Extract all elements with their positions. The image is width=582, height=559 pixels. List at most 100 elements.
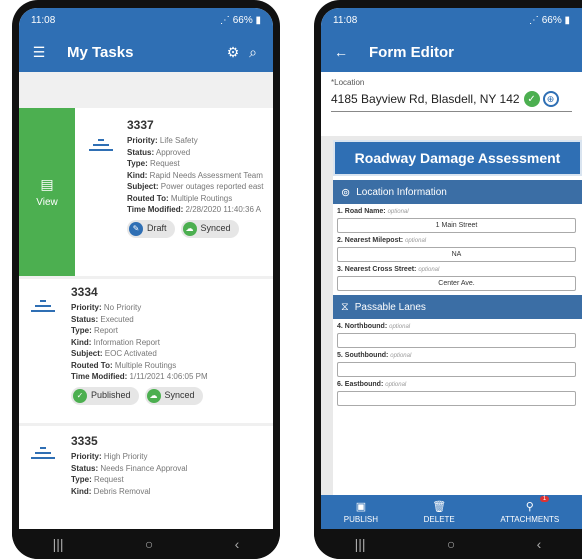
back-arrow-icon[interactable]: ← — [331, 44, 351, 60]
nearest-cross-street-input[interactable]: Center Ave. — [337, 276, 576, 291]
location-value: 4185 Bayview Rd, Blasdell, NY 142 — [331, 92, 520, 106]
type-value: Report — [93, 326, 118, 335]
status-bar: 11:08 ⋰ 66% ▮ — [321, 8, 582, 32]
back-icon[interactable]: ‹ — [235, 536, 240, 552]
routed-label: Routed To: — [127, 193, 169, 203]
task-type-icon — [89, 136, 113, 154]
subject-value: Power outages reported east — [160, 182, 264, 191]
home-icon[interactable]: ○ — [447, 536, 455, 552]
kind-value: Debris Removal — [93, 486, 151, 496]
road-icon: ⧖ — [341, 300, 349, 313]
task-list[interactable]: ▤ View 3337 Priority: Life Safety Status… — [19, 72, 273, 529]
section-title: Passable Lanes — [354, 301, 426, 313]
screen: 11:08 ⋰ 66% ▮ ← Form Editor *Location 41… — [321, 8, 582, 529]
form-area[interactable]: Roadway Damage Assessment ⊚ Location Inf… — [321, 136, 582, 495]
task-number: 3337 — [127, 118, 154, 132]
nearest-cross-street-field: 3. Nearest Cross Street: optional Center… — [333, 262, 582, 291]
view-label: View — [36, 197, 58, 208]
field-label: 1. Road Name: — [337, 208, 386, 215]
subject-label: Subject: — [71, 349, 103, 358]
task-type-icon — [31, 444, 55, 462]
task-details: 3334 Priority: No Priority Status: Execu… — [71, 285, 208, 405]
nearest-milepost-input[interactable]: NA — [337, 247, 576, 262]
road-name-input[interactable]: 1 Main Street — [337, 218, 576, 233]
field-label-row: 1. Road Name: optional — [337, 208, 576, 215]
battery-icon: ▮ — [561, 14, 570, 26]
app-bar: ☰ My Tasks ⚙ ⌕ — [19, 32, 273, 72]
recents-icon[interactable]: ||| — [53, 536, 64, 552]
trash-icon: 🗑 — [432, 501, 447, 513]
location-pin-icon: ⊚ — [341, 186, 351, 199]
priority-label: Priority: — [71, 303, 102, 312]
kind-label: Kind: — [71, 337, 92, 347]
subject-value: EOC Activated — [104, 349, 157, 358]
chip-label: Synced — [200, 222, 231, 233]
optional-tag: optional — [385, 382, 407, 388]
status-value: Needs Finance Approval — [100, 463, 188, 473]
priority-label: Priority: — [71, 452, 102, 461]
delete-button[interactable]: 🗑 DELETE — [424, 500, 455, 524]
back-icon[interactable]: ‹ — [537, 536, 542, 552]
home-icon[interactable]: ○ — [145, 536, 153, 552]
modified-label: Time Modified: — [127, 205, 184, 214]
road-name-field: 1. Road Name: optional 1 Main Street — [333, 204, 582, 233]
recents-icon[interactable]: ||| — [355, 536, 366, 552]
priority-label: Priority: — [127, 136, 158, 145]
location-field[interactable]: *Location 4185 Bayview Rd, Blasdell, NY … — [321, 72, 582, 132]
page-title: Form Editor — [369, 43, 454, 61]
southbound-input[interactable] — [337, 362, 576, 377]
modified-value: 2/28/2020 11:40:36 A — [185, 205, 262, 214]
chip-row: ✎ Draft ☁ Synced — [127, 219, 264, 238]
phone-my-tasks: 11:08 ⋰ 66% ▮ ☰ My Tasks ⚙ ⌕ ▤ View 3337… — [12, 0, 280, 559]
search-icon[interactable]: ⌕ — [243, 44, 263, 61]
kind-value: Information Report — [93, 337, 160, 347]
status-label: Status: — [71, 314, 99, 324]
battery-level: 66% — [232, 14, 253, 26]
chip-row: ✓ Published ☁ Synced — [71, 386, 208, 405]
routed-label: Routed To: — [71, 360, 113, 370]
page-title: My Tasks — [67, 43, 134, 61]
southbound-field: 5. Southbound: optional — [333, 348, 582, 377]
task-number: 3334 — [71, 285, 98, 299]
status-label: Status: — [71, 463, 99, 473]
eastbound-input[interactable] — [337, 391, 576, 406]
type-label: Type: — [71, 475, 92, 484]
attachments-button[interactable]: ⚲ 1 ATTACHMENTS — [500, 496, 560, 524]
globe-icon[interactable]: ⊕ — [542, 91, 559, 107]
field-label: 2. Nearest Milepost: — [337, 237, 404, 244]
screen: 11:08 ⋰ 66% ▮ ☰ My Tasks ⚙ ⌕ ▤ View 3337… — [19, 8, 273, 529]
chip-label: Synced — [164, 389, 195, 400]
task-card[interactable]: ▤ View 3337 Priority: Life Safety Status… — [19, 108, 273, 276]
northbound-input[interactable] — [337, 333, 576, 348]
cloud-icon: ☁ — [182, 221, 197, 236]
view-button[interactable]: ▤ View — [19, 108, 75, 276]
menu-icon[interactable]: ☰ — [29, 44, 49, 61]
northbound-field: 4. Northbound: optional — [333, 319, 582, 348]
type-label: Type: — [127, 159, 148, 168]
gear-icon[interactable]: ⚙ — [223, 44, 243, 61]
document-icon: ▤ — [40, 176, 54, 192]
priority-value: No Priority — [103, 303, 142, 312]
optional-tag: optional — [405, 238, 427, 244]
task-card[interactable]: 3335 Priority: High Priority Status: Nee… — [19, 426, 273, 529]
phone-form-editor: 11:08 ⋰ 66% ▮ ← Form Editor *Location 41… — [314, 0, 582, 559]
bottom-action-bar: ▣ PUBLISH 🗑 DELETE ⚲ 1 ATTACHMENTS — [321, 495, 582, 529]
status-value: Approved — [155, 147, 191, 157]
field-label-row: 4. Northbound: optional — [337, 323, 576, 330]
task-card[interactable]: 3334 Priority: No Priority Status: Execu… — [19, 279, 273, 423]
section-location-information: ⊚ Location Information — [333, 180, 582, 204]
section-title: Location Information — [356, 186, 447, 198]
save-icon: ▣ — [355, 501, 367, 513]
publish-button[interactable]: ▣ PUBLISH — [344, 500, 378, 524]
publish-label: PUBLISH — [343, 515, 379, 524]
signal-icon: ⋰ — [528, 14, 542, 26]
status-bar: 11:08 ⋰ 66% ▮ — [19, 8, 273, 32]
routed-value: Multiple Routings — [170, 193, 233, 203]
attachments-label: ATTACHMENTS — [500, 515, 560, 524]
task-type-icon — [31, 297, 55, 315]
app-bar: ← Form Editor — [321, 32, 582, 72]
check-icon: ✓ — [523, 91, 540, 107]
optional-tag: optional — [390, 353, 412, 359]
signal-icon: ⋰ — [219, 14, 233, 26]
kind-value: Rapid Needs Assessment Team — [149, 170, 263, 180]
